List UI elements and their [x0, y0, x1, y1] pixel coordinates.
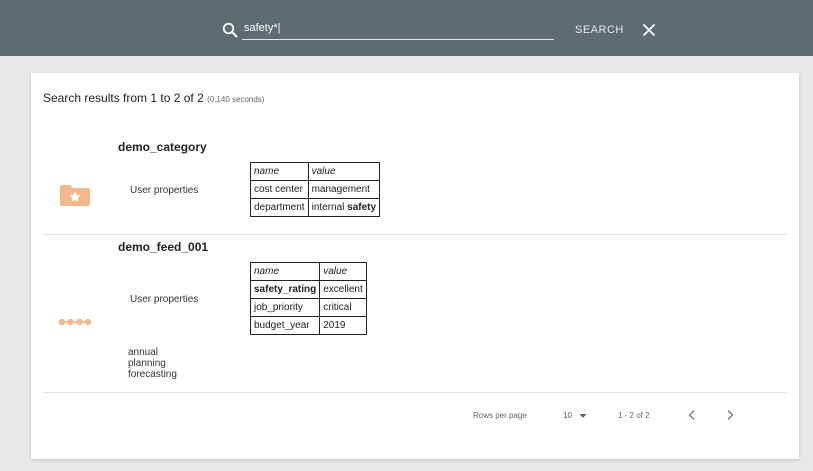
properties-table: name value safety_rating excellent job_p…: [249, 262, 367, 335]
property-value: internal safety: [307, 198, 381, 217]
highlighted-match: safety_rating: [254, 284, 317, 295]
result-divider: [43, 234, 787, 235]
property-name: department: [250, 198, 309, 217]
table-row: department internal safety: [250, 198, 381, 217]
table-header-row: name value: [249, 262, 367, 281]
rows-per-page-value: 10: [563, 411, 572, 420]
tag: annual: [128, 347, 159, 358]
result-title[interactable]: demo_category: [118, 140, 207, 154]
close-icon[interactable]: [642, 23, 656, 37]
property-value: 2019: [319, 316, 367, 335]
results-card: Search results from 1 to 2 of 2 (0.140 s…: [31, 73, 799, 459]
property-name: budget_year: [249, 316, 321, 335]
rows-per-page-select[interactable]: 10: [563, 411, 572, 420]
property-value: excellent: [319, 280, 367, 299]
table-row: safety_rating excellent: [249, 280, 367, 299]
tag: forecasting: [128, 369, 177, 380]
result-title[interactable]: demo_feed_001: [118, 240, 208, 254]
next-page-icon[interactable]: [725, 409, 735, 421]
search-bar: SEARCH: [0, 0, 813, 56]
table-row: job_priority critical: [249, 298, 367, 317]
highlighted-match: safety: [347, 202, 377, 213]
results-summary-text: Search results from 1 to 2 of 2: [43, 91, 204, 105]
page-range: 1 - 2 of 2: [618, 411, 650, 420]
search-icon[interactable]: [222, 22, 238, 38]
properties-table: name value cost center management depart…: [250, 162, 381, 217]
property-name: job_priority: [249, 298, 321, 317]
property-value: critical: [319, 298, 367, 317]
property-name: cost center: [250, 180, 309, 199]
property-value-text: internal: [311, 202, 348, 213]
user-properties-label: User properties: [130, 185, 199, 196]
dropdown-arrow-icon[interactable]: [579, 413, 587, 419]
feed-icon: [58, 318, 92, 326]
user-properties-label: User properties: [130, 294, 199, 305]
property-value: management: [307, 180, 381, 199]
results-time: (0.140 seconds): [207, 95, 265, 104]
tag: planning: [128, 358, 166, 369]
table-row: cost center management: [250, 180, 381, 199]
table-header-row: name value: [250, 162, 381, 181]
column-header-name: name: [249, 262, 321, 281]
results-summary: Search results from 1 to 2 of 2 (0.140 s…: [43, 91, 264, 105]
rows-per-page-label: Rows per page: [473, 411, 527, 420]
previous-page-icon[interactable]: [687, 409, 697, 421]
search-button[interactable]: SEARCH: [575, 24, 624, 36]
column-header-value: value: [307, 162, 381, 181]
tags-list: annual planning forecasting: [128, 347, 177, 380]
property-name: safety_rating: [249, 280, 321, 299]
search-input[interactable]: [242, 20, 554, 40]
table-row: budget_year 2019: [249, 316, 367, 335]
folder-star-icon: [60, 185, 90, 206]
pagination-divider: [43, 392, 787, 393]
column-header-value: value: [319, 262, 367, 281]
column-header-name: name: [250, 162, 309, 181]
